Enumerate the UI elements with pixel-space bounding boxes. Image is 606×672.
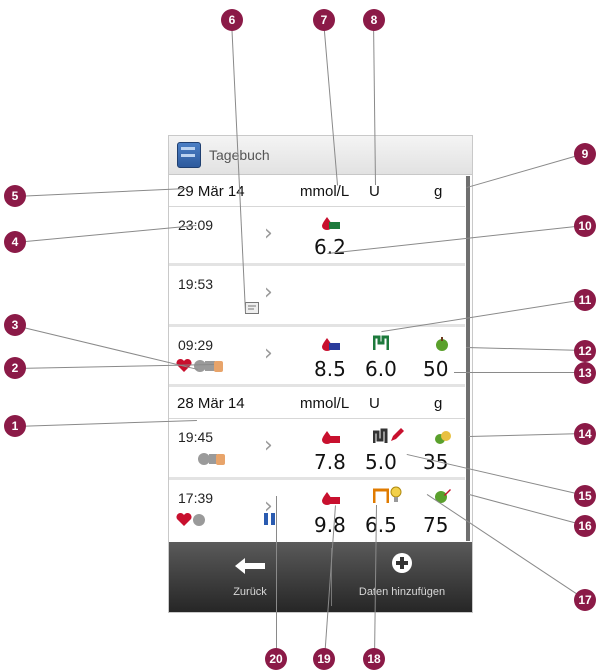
- pen-icon: [391, 428, 404, 441]
- mixed-carbs-icon: [435, 431, 451, 444]
- callout-badge-17: 17: [574, 589, 596, 611]
- chevron-right-icon[interactable]: ›: [264, 341, 273, 366]
- callout-badge-7: 7: [313, 9, 335, 31]
- diary-entry[interactable]: 17:39 › 9.8 6.5 75: [169, 480, 465, 540]
- callout-leader-line: [454, 372, 585, 373]
- bg-value: 9.8: [314, 513, 346, 537]
- apple-icon: [436, 337, 448, 351]
- add-data-button[interactable]: Daten hinzufügen: [332, 542, 472, 612]
- insulin-value: 6.5: [365, 513, 397, 537]
- insulin-value: 6.0: [365, 357, 397, 381]
- diary-entry[interactable]: 09:29 › 8.5 6.0 50: [169, 327, 465, 387]
- chevron-right-icon[interactable]: ›: [264, 433, 273, 458]
- callout-badge-9: 9: [574, 143, 596, 165]
- plus-icon: [392, 553, 412, 573]
- callout-badge-13: 13: [574, 362, 596, 384]
- callout-badge-2: 2: [4, 357, 26, 379]
- carbs-unit-label: g: [434, 183, 443, 200]
- date-label: 29 Mär 14: [177, 183, 245, 200]
- callout-badge-6: 6: [221, 9, 243, 31]
- carbs-unit-label: g: [434, 395, 443, 412]
- entry-time: 17:39: [178, 490, 214, 506]
- carbs-pen-icon: [435, 489, 451, 503]
- add-data-label: Daten hinzufügen: [358, 586, 446, 598]
- scrollbar[interactable]: [466, 176, 470, 541]
- callout-badge-15: 15: [574, 485, 596, 507]
- date-label: 28 Mär 14: [177, 395, 245, 412]
- callout-badge-1: 1: [4, 415, 26, 437]
- diary-entry[interactable]: 19:45 › 7.8 5.0 35: [169, 419, 465, 480]
- carbs-value: 50: [423, 357, 449, 381]
- pause-icon: [264, 513, 275, 525]
- entry-time: 09:29: [178, 337, 214, 353]
- bg-unit-label: mmol/L: [300, 395, 350, 412]
- bottom-bar: Zurück Daten hinzufügen: [169, 542, 472, 612]
- clock-icon: [194, 360, 206, 372]
- callout-leader-line: [15, 188, 188, 197]
- bg-value: 8.5: [314, 357, 346, 381]
- diary-book-icon: [177, 142, 201, 168]
- callout-badge-20: 20: [265, 648, 287, 670]
- event-icons: [176, 512, 205, 526]
- basal-insulin-icon: [373, 335, 389, 350]
- bolus-insulin-icon: [373, 488, 389, 503]
- diary-screen: Tagebuch 29 Mär 14 mmol/L U g 23:09 › 6.…: [168, 135, 473, 613]
- chevron-right-icon[interactable]: ›: [264, 221, 273, 246]
- chevron-right-icon[interactable]: ›: [264, 280, 273, 305]
- bg-result-icon: [322, 217, 340, 230]
- callout-badge-8: 8: [363, 9, 385, 31]
- callout-badge-12: 12: [574, 340, 596, 362]
- callout-badge-19: 19: [313, 648, 335, 670]
- diary-entry[interactable]: 23:09 › 6.2: [169, 207, 465, 266]
- fork-icon: [209, 454, 217, 464]
- callout-badge-4: 4: [4, 231, 26, 253]
- callout-badge-18: 18: [363, 648, 385, 670]
- bg-value: 7.8: [314, 450, 346, 474]
- callout-badge-5: 5: [4, 185, 26, 207]
- bg-result-icon: [322, 431, 340, 444]
- clock-icon: [193, 514, 205, 526]
- entry-time: 19:53: [178, 276, 214, 292]
- hand-icon: [216, 454, 225, 465]
- date-header: 29 Mär 14 mmol/L U g: [169, 175, 465, 207]
- back-button[interactable]: Zurück: [169, 542, 331, 612]
- callout-leader-line: [466, 347, 586, 351]
- lightbulb-icon: [390, 486, 402, 502]
- bg-unit-label: mmol/L: [300, 183, 350, 200]
- callout-badge-11: 11: [574, 289, 596, 311]
- bg-result-icon: [322, 338, 340, 351]
- basal-insulin-icon: [373, 428, 388, 443]
- fork-icon: [205, 361, 215, 371]
- bg-result-icon: [322, 492, 340, 505]
- callout-badge-3: 3: [4, 314, 26, 336]
- note-icon: [245, 302, 259, 314]
- carbs-value: 75: [423, 513, 449, 537]
- back-label: Zurück: [233, 586, 267, 598]
- hand-icon: [214, 361, 223, 372]
- insulin-value: 5.0: [365, 450, 397, 474]
- callout-badge-10: 10: [574, 215, 596, 237]
- diary-entry[interactable]: 19:53 ›: [169, 266, 465, 327]
- callout-leader-line: [468, 433, 585, 437]
- insulin-unit-label: U: [369, 395, 380, 412]
- bg-value: 6.2: [314, 235, 346, 259]
- page-title: Tagebuch: [209, 147, 270, 163]
- callout-badge-14: 14: [574, 423, 596, 445]
- event-icons: [198, 453, 225, 465]
- heart-icon: [176, 512, 192, 526]
- callout-leader-line: [466, 153, 585, 188]
- clock-icon: [198, 453, 210, 465]
- callout-leader-line: [469, 494, 586, 526]
- entry-time: 19:45: [178, 429, 214, 445]
- arrow-left-icon: [235, 558, 265, 574]
- callout-badge-16: 16: [574, 515, 596, 537]
- date-header: 28 Mär 14 mmol/L U g: [169, 387, 465, 419]
- title-bar: Tagebuch: [169, 136, 472, 175]
- insulin-unit-label: U: [369, 183, 380, 200]
- callout-leader-line: [276, 496, 277, 659]
